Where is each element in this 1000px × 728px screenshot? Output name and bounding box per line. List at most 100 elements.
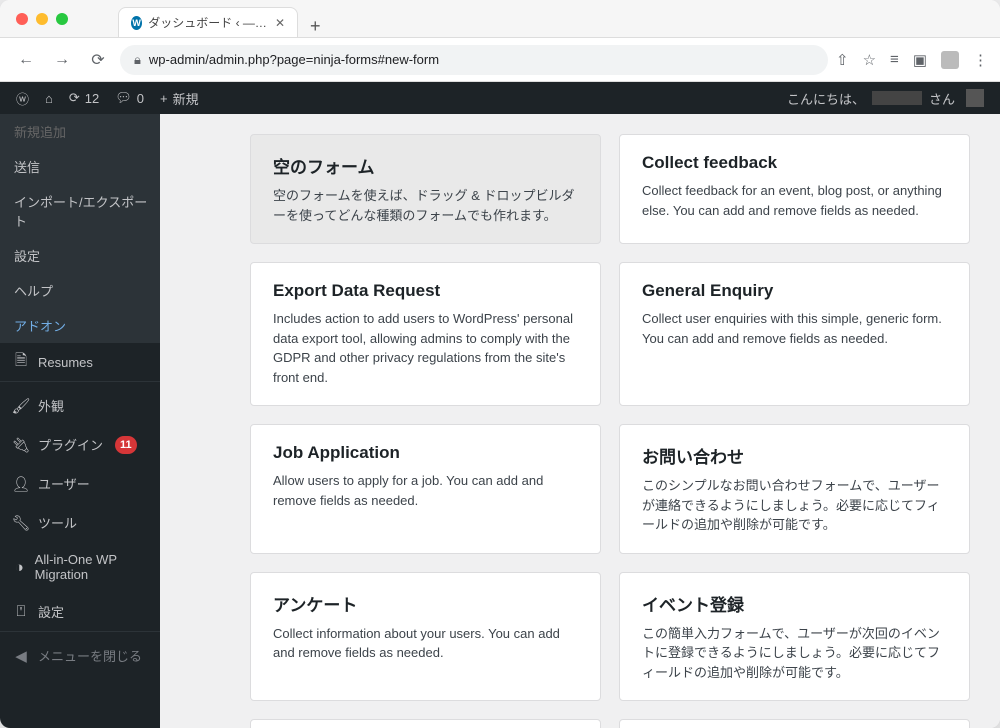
submenu-new[interactable]: 新規追加 xyxy=(0,114,160,149)
minimize-window-button[interactable] xyxy=(36,13,48,25)
traffic-lights xyxy=(16,13,68,25)
account-menu[interactable]: こんにちは、 さん xyxy=(779,89,992,108)
card-title: アンケート xyxy=(273,591,578,616)
template-card-blank[interactable]: 空のフォーム 空のフォームを使えば、ドラッグ & ドロップビルダーを使ってどんな… xyxy=(250,134,601,244)
comments-count: 0 xyxy=(137,91,144,106)
maximize-window-button[interactable] xyxy=(56,13,68,25)
share-icon[interactable]: ⇧ xyxy=(836,51,849,69)
migration-icon: ◑ xyxy=(12,558,27,576)
main-content: 空のフォーム 空のフォームを使えば、ドラッグ & ドロップビルダーを使ってどんな… xyxy=(160,114,1000,728)
submenu-settings[interactable]: 設定 xyxy=(0,238,160,273)
brush-icon: 🖌︎ xyxy=(12,397,30,415)
menu-users-label: ユーザー xyxy=(38,474,90,493)
comments-button[interactable]: 💬︎ 0 xyxy=(107,82,152,114)
updates-count: 12 xyxy=(85,91,99,106)
url-text: wp-admin/admin.php?page=ninja-forms#new-… xyxy=(149,52,439,67)
template-card-survey[interactable]: アンケート Collect information about your use… xyxy=(250,572,601,702)
greeting-text: こんにちは、 xyxy=(787,89,865,108)
browser-tab[interactable]: W ダッシュボード ‹ — Word… ✕ xyxy=(118,7,298,37)
wrench-icon: 🔧︎ xyxy=(12,514,30,532)
plug-icon: 🔌︎ xyxy=(12,436,30,454)
card-desc: Collect feedback for an event, blog post… xyxy=(642,181,947,220)
updates-button[interactable]: ⟳ 12 xyxy=(61,82,107,114)
user-icon: 👤︎ xyxy=(12,475,30,493)
card-desc: Includes action to add users to WordPres… xyxy=(273,309,578,387)
template-card-event-registration[interactable]: イベント登録 この簡単入力フォームで、ユーザーが次回のイベントに登録できるように… xyxy=(619,572,970,702)
menu-aiowp-label: All-in-One WP Migration xyxy=(35,552,148,582)
extensions-icon[interactable]: ▣ xyxy=(913,51,927,69)
template-card-contact[interactable]: お問い合わせ このシンプルなお問い合わせフォームで、ユーザーが連絡できるようにし… xyxy=(619,424,970,554)
wp-logo-button[interactable]: ⓦ xyxy=(8,82,37,114)
window-titlebar: W ダッシュボード ‹ — Word… ✕ + xyxy=(0,0,1000,38)
address-bar[interactable]: 🔒︎ wp-admin/admin.php?page=ninja-forms#n… xyxy=(120,45,828,75)
card-title: Export Data Request xyxy=(273,281,578,301)
card-title: Collect feedback xyxy=(642,153,947,173)
document-icon: 🗎 xyxy=(12,353,30,371)
menu-settings-label: 設定 xyxy=(38,602,64,621)
menu-resumes[interactable]: 🗎Resumes xyxy=(0,343,160,381)
lock-icon: 🔒︎ xyxy=(134,52,141,68)
plugins-badge: 11 xyxy=(115,436,137,454)
home-icon: ⌂ xyxy=(45,91,53,106)
reload-button[interactable]: ⟳ xyxy=(84,46,112,74)
submenu-addon[interactable]: アドオン xyxy=(0,308,160,343)
menu-tools[interactable]: 🔧︎ ツール xyxy=(0,503,160,542)
template-grid: 空のフォーム 空のフォームを使えば、ドラッグ & ドロップビルダーを使ってどんな… xyxy=(250,134,970,728)
site-home-button[interactable]: ⌂ xyxy=(37,82,61,114)
card-desc: Collect user enquiries with this simple,… xyxy=(642,309,947,348)
menu-plugins[interactable]: 🔌︎ プラグイン 11 xyxy=(0,425,160,464)
comment-icon: 💬︎ xyxy=(115,90,132,106)
menu-appearance-label: 外観 xyxy=(38,396,64,415)
template-card-quote-request[interactable]: 見積りリクエスト… xyxy=(619,719,970,728)
template-card-delete-data[interactable]: データリクエストを削除… xyxy=(250,719,601,728)
username-placeholder xyxy=(872,91,922,105)
card-title: イベント登録 xyxy=(642,591,947,616)
close-tab-icon[interactable]: ✕ xyxy=(275,16,285,30)
template-card-job-application[interactable]: Job Application Allow users to apply for… xyxy=(250,424,601,554)
menu-collapse[interactable]: ◀ メニューを閉じる xyxy=(0,636,160,675)
template-card-export-data[interactable]: Export Data Request Includes action to a… xyxy=(250,262,601,406)
greeting-suffix: さん xyxy=(929,89,955,108)
collapse-icon: ◀ xyxy=(12,647,30,665)
sliders-icon: ⍞ xyxy=(12,603,30,621)
avatar xyxy=(966,89,984,107)
new-content-button[interactable]: + 新規 xyxy=(152,82,207,114)
menu-icon[interactable]: ⋮ xyxy=(973,51,988,69)
tab-title: ダッシュボード ‹ — Word… xyxy=(148,14,269,31)
menu-appearance[interactable]: 🖌︎ 外観 xyxy=(0,386,160,425)
admin-sidebar: 新規追加 送信 インポート/エクスポート 設定 ヘルプ アドオン 🗎Resume… xyxy=(0,114,160,728)
menu-settings[interactable]: ⍞ 設定 xyxy=(0,592,160,631)
submenu-send[interactable]: 送信 xyxy=(0,149,160,184)
card-desc: Allow users to apply for a job. You can … xyxy=(273,471,578,510)
reading-list-icon[interactable]: ≡ xyxy=(890,51,899,68)
submenu-help[interactable]: ヘルプ xyxy=(0,273,160,308)
wordpress-icon: ⓦ xyxy=(16,89,29,108)
back-button[interactable]: ← xyxy=(12,46,40,74)
template-card-feedback[interactable]: Collect feedback Collect feedback for an… xyxy=(619,134,970,244)
card-desc: 空のフォームを使えば、ドラッグ & ドロップビルダーを使ってどんな種類のフォーム… xyxy=(273,186,578,225)
menu-plugins-label: プラグイン xyxy=(38,435,103,454)
close-window-button[interactable] xyxy=(16,13,28,25)
new-label: 新規 xyxy=(173,89,199,108)
card-desc: Collect information about your users. Yo… xyxy=(273,624,578,663)
menu-users[interactable]: 👤︎ ユーザー xyxy=(0,464,160,503)
menu-collapse-label: メニューを閉じる xyxy=(38,646,142,665)
card-title: お問い合わせ xyxy=(642,443,947,468)
wordpress-favicon: W xyxy=(131,16,142,30)
wp-admin-bar: ⓦ ⌂ ⟳ 12 💬︎ 0 + 新規 こんにちは、 さん xyxy=(0,82,1000,114)
card-title: Job Application xyxy=(273,443,578,463)
menu-aiowp[interactable]: ◑ All-in-One WP Migration xyxy=(0,542,160,592)
forward-button[interactable]: → xyxy=(48,46,76,74)
menu-tools-label: ツール xyxy=(38,513,77,532)
bookmark-icon[interactable]: ☆ xyxy=(863,51,876,69)
browser-toolbar: ← → ⟳ 🔒︎ wp-admin/admin.php?page=ninja-f… xyxy=(0,38,1000,82)
updates-icon: ⟳ xyxy=(69,90,80,106)
card-desc: この簡単入力フォームで、ユーザーが次回のイベントに登録できるようにしましょう。必… xyxy=(642,624,947,683)
new-tab-button[interactable]: + xyxy=(310,16,321,37)
submenu-import-export[interactable]: インポート/エクスポート xyxy=(0,184,160,238)
plus-icon: + xyxy=(160,91,168,106)
browser-tabs: W ダッシュボード ‹ — Word… ✕ + xyxy=(118,0,321,37)
template-card-general-enquiry[interactable]: General Enquiry Collect user enquiries w… xyxy=(619,262,970,406)
profile-icon[interactable] xyxy=(941,51,959,69)
card-title: General Enquiry xyxy=(642,281,947,301)
